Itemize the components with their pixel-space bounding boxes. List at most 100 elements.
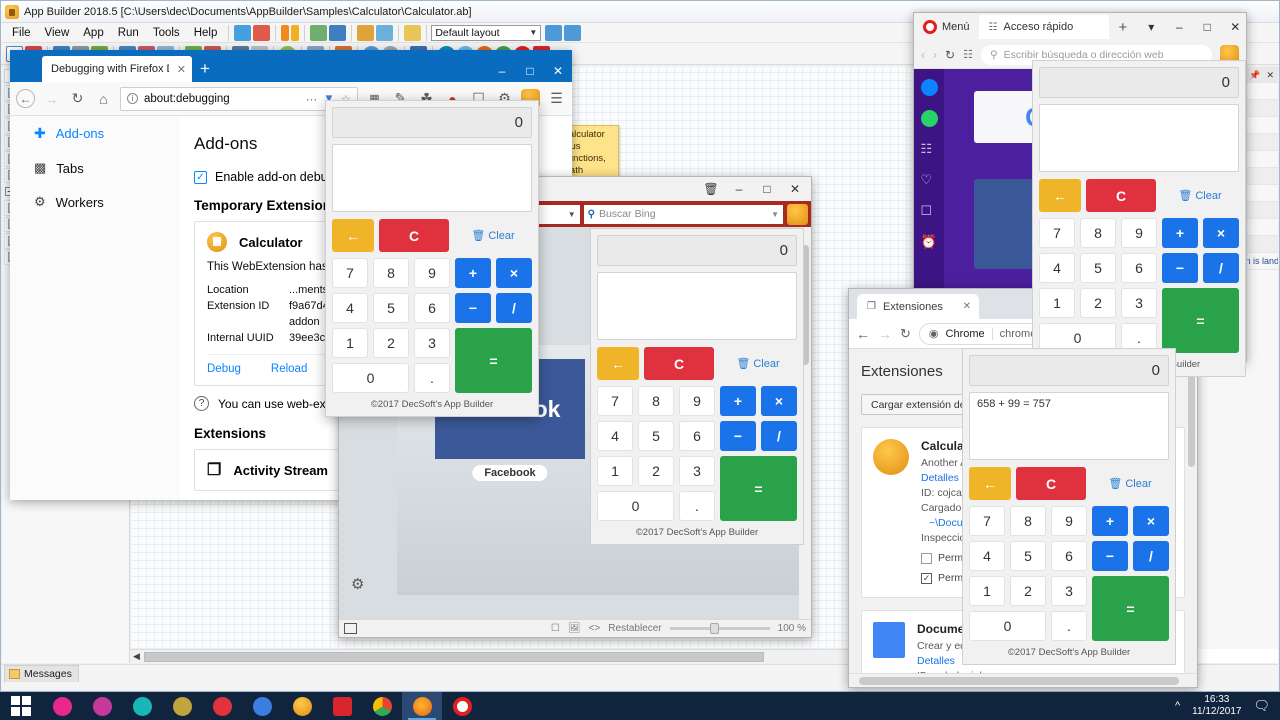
start-button[interactable] [0,692,42,720]
delete-view-icon[interactable] [253,24,271,41]
key-divide[interactable]: / [1203,253,1239,283]
new-tab-button[interactable]: + [1111,19,1136,36]
key-0[interactable]: 0 [332,363,409,393]
layout-toggle-icon[interactable] [344,623,357,634]
copy-icon[interactable] [310,24,328,41]
media-icon[interactable] [376,24,394,41]
reload-icon[interactable]: ↻ [945,48,955,62]
news-icon[interactable]: ☐ [921,203,938,220]
key-plus[interactable]: + [1162,218,1198,248]
key-minus[interactable]: − [1092,541,1128,571]
key-decimal[interactable]: . [414,363,450,393]
menu-help[interactable]: Help [187,25,225,41]
taskbar-app-chrome[interactable] [362,692,402,720]
minimize-button[interactable]: – [488,60,516,82]
key-equals[interactable]: = [455,328,532,393]
backspace-button[interactable]: ← [1039,179,1081,212]
minimize-button[interactable]: – [725,178,753,200]
speed-dial-icon[interactable]: ☷ [963,48,973,61]
back-icon[interactable]: ← [856,326,870,342]
delete-browsing-data-icon[interactable]: 🗑 [697,178,725,200]
zoom-slider[interactable] [669,623,770,634]
checkbox-icon[interactable]: ✓ [194,170,207,184]
key-7[interactable]: 7 [597,386,633,416]
taskbar-app-generic[interactable] [162,692,202,720]
key-4[interactable]: 4 [597,421,633,451]
back-icon[interactable]: ← [16,89,35,108]
tab-menu-icon[interactable]: ▾ [1137,16,1165,38]
key-0[interactable]: 0 [969,611,1046,641]
close-icon[interactable]: ✕ [963,301,971,312]
key-1[interactable]: 1 [332,328,368,358]
scroll-left-icon[interactable]: ◀ [133,651,140,662]
key-multiply[interactable]: × [1203,218,1239,248]
clear-entry-button[interactable]: C [1016,467,1086,500]
zoom-slider-handle[interactable] [709,623,719,634]
details-link[interactable]: Detalles [917,655,955,667]
taskbar-app-photos[interactable] [82,692,122,720]
key-plus[interactable]: + [1092,506,1128,536]
clear-entry-button[interactable]: C [644,347,714,380]
chevron-down-icon[interactable]: ▼ [771,210,779,219]
backspace-button[interactable]: ← [332,219,374,252]
taskbar-app-firefox[interactable] [402,692,442,720]
key-1[interactable]: 1 [969,576,1005,606]
key-1[interactable]: 1 [1039,288,1075,318]
opera-tab[interactable]: ☷ Acceso rápido [978,15,1109,39]
home-icon[interactable]: ⌂ [94,89,113,108]
scrollbar-thumb[interactable] [859,677,1179,685]
taskbar-app-opera[interactable] [442,692,482,720]
key-4[interactable]: 4 [332,293,368,323]
key-plus[interactable]: + [455,258,491,288]
menu-app[interactable]: App [76,25,110,41]
whatsapp-icon[interactable] [920,110,938,127]
reload-icon[interactable]: ↻ [68,89,87,108]
key-8[interactable]: 8 [638,386,674,416]
reset-zoom-label[interactable]: Restablecer [608,623,661,634]
sidebar-item-tabs[interactable]: ▩ Tabs [10,151,180,185]
key-plus[interactable]: + [720,386,756,416]
key-6[interactable]: 6 [414,293,450,323]
close-button[interactable]: ✕ [544,60,572,82]
key-7[interactable]: 7 [1039,218,1075,248]
key-4[interactable]: 4 [969,541,1005,571]
forward-icon[interactable]: › [933,48,937,62]
key-divide[interactable]: / [496,293,532,323]
key-equals[interactable]: = [720,456,797,521]
clear-tape-button[interactable]: 🗑 Clear [1161,189,1239,203]
firefox-tab[interactable]: Debugging with Firefox Developer ✕ [42,56,192,82]
key-1[interactable]: 1 [597,456,633,486]
messages-tab[interactable]: Messages [4,665,79,682]
firefox-debugging-sidebar[interactable]: ✚ Add-ons ▩ Tabs ⚙ Workers [10,116,180,500]
key-2[interactable]: 2 [1010,576,1046,606]
view-mode-icon[interactable]: ☐ [551,623,560,634]
key-equals[interactable]: = [1092,576,1169,641]
key-multiply[interactable]: × [761,386,797,416]
key-decimal[interactable]: . [1051,611,1087,641]
taskbar-app-mail[interactable] [202,692,242,720]
checkbox-icon[interactable]: ✓ [921,573,932,584]
heart-icon[interactable]: ♡ [921,172,938,189]
key-5[interactable]: 5 [1010,541,1046,571]
new-tab-button[interactable]: + [200,59,210,82]
key-multiply[interactable]: × [1133,506,1169,536]
taskbar-app-appbuilder[interactable] [282,692,322,720]
key-multiply[interactable]: × [496,258,532,288]
key-6[interactable]: 6 [1051,541,1087,571]
reload-link[interactable]: Reload [271,363,307,375]
clear-entry-button[interactable]: C [1086,179,1156,212]
layout-select[interactable]: Default layout ▼ [431,24,542,41]
opera-menu-button[interactable]: Menú [916,20,977,34]
key-divide[interactable]: / [761,421,797,451]
maximize-button[interactable]: □ [753,178,781,200]
key-equals[interactable]: = [1162,288,1239,353]
clear-tape-button[interactable]: 🗑 Clear [454,229,532,243]
messenger-icon[interactable] [920,79,938,96]
maximize-button[interactable]: □ [1193,16,1221,38]
minimize-button[interactable]: – [1165,16,1193,38]
key-8[interactable]: 8 [1080,218,1116,248]
key-0[interactable]: 0 [597,491,674,521]
key-minus[interactable]: − [1162,253,1198,283]
close-icon[interactable]: ✕ [1266,70,1274,81]
apps-grid-icon[interactable]: ☷ [921,141,938,158]
